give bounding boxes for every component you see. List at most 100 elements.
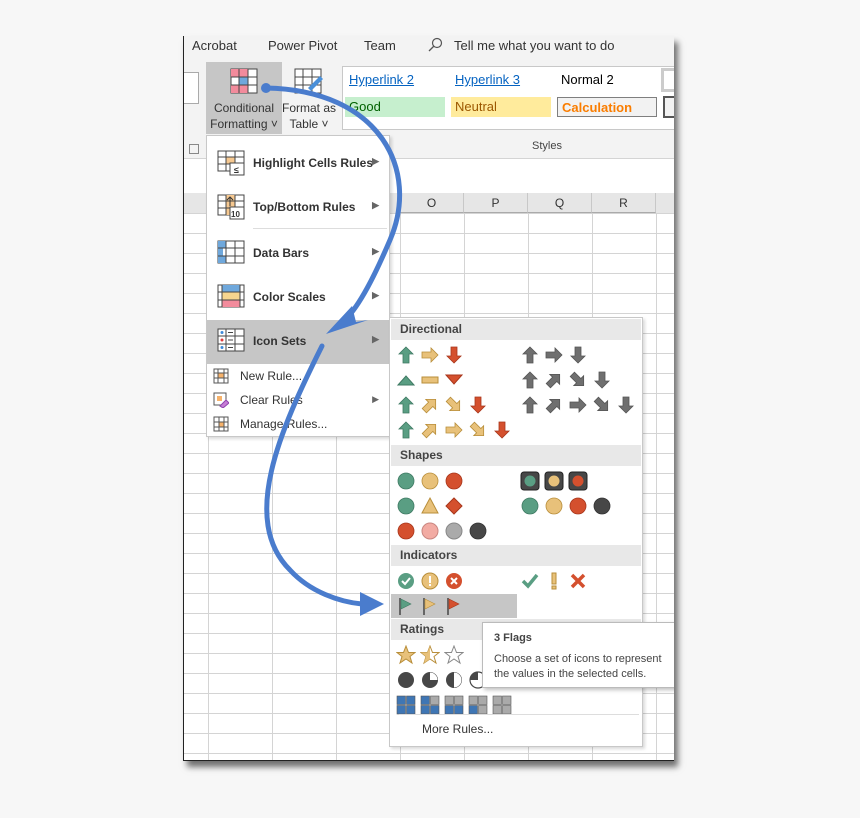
4-arrows-colored-icon — [398, 396, 414, 414]
menu-label: Top/Bottom Rules — [253, 200, 356, 214]
4-arrows-gray-icon — [594, 371, 610, 389]
menu-item-manage-rules[interactable]: Manage Rules... — [207, 412, 389, 436]
style-hyperlink-3[interactable]: Hyperlink 3 — [451, 70, 551, 90]
icon-set-4-arrows-colored[interactable] — [396, 393, 492, 417]
3-stars-icon — [396, 645, 416, 665]
section-indicators: Indicators — [391, 545, 641, 566]
icon-set-3-arrows-gray[interactable] — [520, 343, 592, 367]
3-flags-icon — [423, 598, 436, 615]
section-label: Directional — [400, 322, 463, 336]
5-quarters-partial-icon — [422, 672, 438, 688]
fat-label-1: Format as — [282, 101, 337, 115]
section-label: Shapes — [400, 448, 443, 462]
3-flags-icon — [399, 598, 412, 615]
3-traffic-lights-rimmed-icon — [520, 471, 540, 491]
icon-set-3-triangles[interactable] — [396, 368, 468, 392]
format-as-table-icon — [294, 68, 323, 94]
3-symbols-circled-icon — [421, 572, 439, 590]
icon-set-3-traffic-lights-unrimmed[interactable] — [396, 469, 468, 493]
3-symbols-icon — [551, 572, 557, 590]
section-label: Indicators — [400, 548, 458, 562]
3-traffic-lights-rimmed-icon — [568, 471, 588, 491]
highlight-cells-icon: ≤ — [217, 150, 245, 176]
3-signs-icon — [421, 496, 439, 514]
5-boxes-icon — [444, 695, 464, 715]
cf-label-2: Formatting ˅ — [210, 117, 278, 131]
menu-label: New Rule... — [240, 369, 303, 383]
menu-item-color-scales[interactable]: Color Scales ▶ — [207, 276, 389, 320]
more-rules-item[interactable]: More Rules... — [422, 722, 493, 736]
icon-set-5-arrows-gray[interactable] — [520, 393, 640, 417]
tab-power-pivot[interactable]: Power Pivot — [268, 38, 337, 53]
icon-set-3-stars[interactable] — [396, 643, 468, 667]
menu-label: Manage Rules... — [240, 417, 328, 431]
menu-item-top-bottom-rules[interactable]: 10 Top/Bottom Rules ▶ — [207, 186, 389, 230]
style-neutral[interactable]: Neutral — [451, 97, 551, 117]
5-arrows-gray-icon — [545, 398, 561, 414]
search-icon[interactable] — [427, 37, 443, 56]
5-boxes-icon — [420, 695, 440, 715]
icon-set-5-arrows-colored[interactable] — [396, 418, 516, 442]
4-arrows-colored-icon — [421, 398, 437, 414]
column-header-q[interactable]: Q — [528, 193, 592, 213]
top-bottom-icon: 10 — [217, 194, 245, 220]
style-normal-2[interactable]: Normal 2 — [557, 70, 657, 90]
tab-team[interactable]: Team — [364, 38, 396, 53]
icon-set-4-arrows-gray[interactable] — [520, 368, 616, 392]
icon-set-3-signs[interactable] — [396, 494, 468, 518]
dialog-launcher-icon[interactable] — [189, 144, 199, 154]
4-arrows-colored-icon — [470, 396, 486, 414]
4-arrows-colored-icon — [445, 396, 461, 412]
4-traffic-lights-icon — [545, 497, 563, 515]
section-label: Ratings — [400, 622, 445, 636]
4-arrows-gray-icon — [522, 371, 538, 389]
5-arrows-colored-icon — [398, 421, 414, 439]
column-header-p[interactable]: P — [464, 193, 528, 213]
3-traffic-lights-unrimmed-icon — [445, 472, 463, 490]
5-arrows-gray-icon — [618, 396, 634, 414]
format-as-table-button[interactable]: Format as Table ˅ — [282, 62, 336, 134]
menu-item-highlight-cells-rules[interactable]: ≤ Highlight Cells Rules ▶ — [207, 142, 389, 186]
3-traffic-lights-unrimmed-icon — [397, 472, 415, 490]
3-triangles-icon — [421, 376, 439, 384]
icon-set-4-traffic-lights[interactable] — [520, 494, 616, 518]
tab-acrobat[interactable]: Acrobat — [192, 38, 237, 53]
menu-item-clear-rules[interactable]: Clear Rules ▶ — [207, 388, 389, 412]
submenu-arrow-icon: ▶ — [372, 156, 379, 166]
menu-item-data-bars[interactable]: Data Bars ▶ — [207, 232, 389, 276]
3-stars-icon — [444, 645, 464, 665]
tell-me-input[interactable]: Tell me what you want to do — [454, 38, 614, 53]
menu-separator — [253, 228, 387, 229]
column-header-o[interactable]: O — [400, 193, 464, 213]
style-calculation[interactable]: Calculation — [557, 97, 657, 117]
icon-set-3-flags[interactable] — [391, 594, 517, 618]
4-arrows-gray-icon — [545, 373, 561, 389]
5-boxes-icon — [492, 695, 512, 715]
5-arrows-gray-icon — [522, 396, 538, 414]
style-hyperlink-2[interactable]: Hyperlink 2 — [345, 70, 445, 90]
style-good[interactable]: Good — [345, 97, 445, 117]
style-check-cell-fragment[interactable] — [663, 96, 674, 118]
icon-set-5-quarters-partial[interactable] — [396, 668, 492, 692]
conditional-formatting-button[interactable]: Conditional Formatting ˅ — [206, 62, 282, 134]
5-quarters-partial-icon — [398, 672, 414, 688]
menu-item-icon-sets[interactable]: Icon Sets ▶ — [207, 320, 389, 364]
column-header-r[interactable]: R — [592, 193, 656, 213]
5-arrows-gray-icon — [593, 396, 609, 412]
5-quarters-partial-icon — [446, 672, 462, 688]
style-more-fragment[interactable] — [661, 68, 674, 92]
3-triangles-icon — [396, 375, 416, 386]
icon-set-3-symbols-circled[interactable] — [396, 569, 468, 593]
red-to-black-icon — [445, 522, 463, 540]
3-arrows-colored-icon — [446, 346, 462, 364]
red-to-black-icon — [397, 522, 415, 540]
submenu-arrow-icon: ▶ — [372, 246, 379, 256]
menu-item-new-rule[interactable]: New Rule... — [207, 364, 389, 388]
new-rule-icon — [213, 368, 229, 384]
icon-set-3-symbols[interactable] — [520, 569, 592, 593]
section-directional: Directional — [391, 319, 641, 340]
3-arrows-gray-icon — [522, 346, 538, 364]
icon-set-red-to-black[interactable] — [396, 519, 492, 543]
icon-set-3-arrows-colored[interactable] — [396, 343, 468, 367]
icon-set-3-traffic-lights-rimmed[interactable] — [520, 469, 592, 493]
